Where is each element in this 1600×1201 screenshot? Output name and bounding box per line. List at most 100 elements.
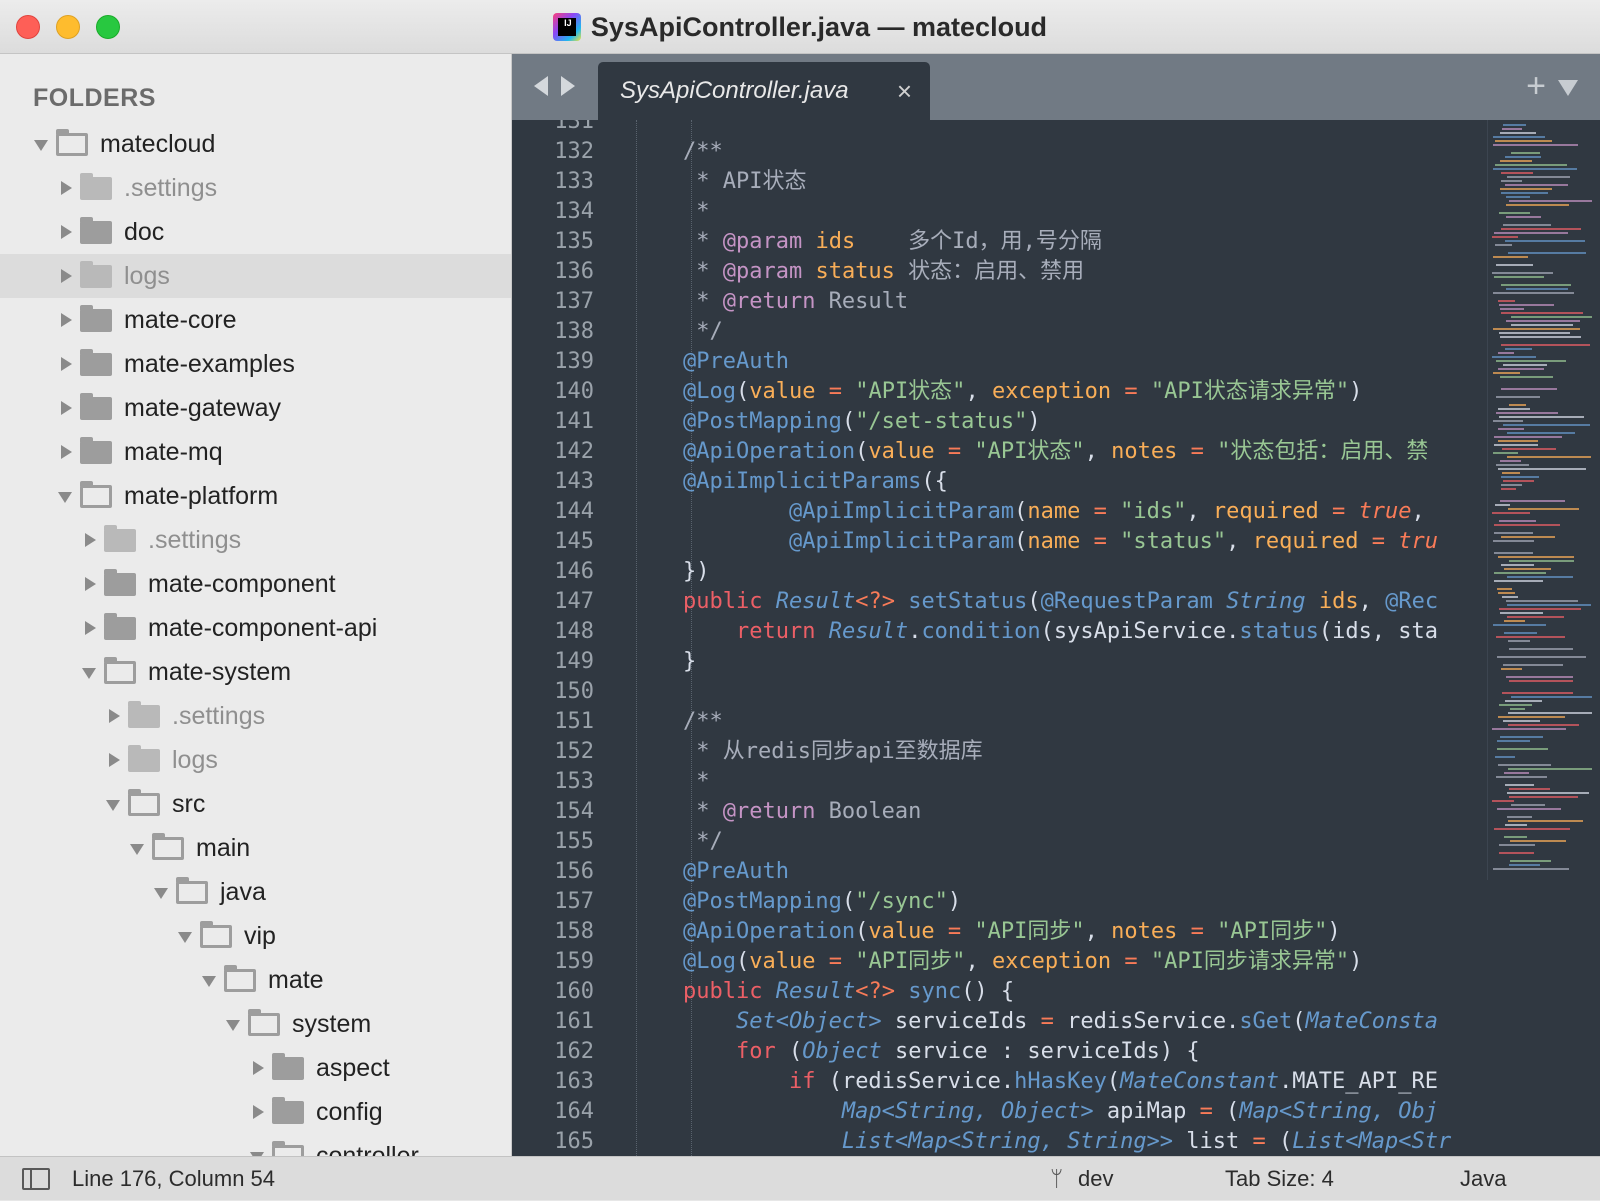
code-line[interactable]: @ApiImplicitParam(name = "ids", required… bbox=[630, 497, 1510, 527]
disclosure-closed-icon[interactable] bbox=[80, 606, 100, 650]
code-lines[interactable]: /** * API状态 * * @param ids 多个Id，用,号分隔 * … bbox=[630, 120, 1510, 1156]
tree-item[interactable]: src bbox=[0, 782, 511, 826]
tree-item[interactable]: mate-component bbox=[0, 562, 511, 606]
disclosure-closed-icon[interactable] bbox=[104, 694, 124, 738]
disclosure-closed-icon[interactable] bbox=[248, 1046, 268, 1090]
code-line[interactable]: public Result<?> sync() { bbox=[630, 977, 1510, 1007]
disclosure-open-icon[interactable] bbox=[224, 1002, 244, 1046]
tree-item[interactable]: config bbox=[0, 1090, 511, 1134]
disclosure-open-icon[interactable] bbox=[176, 914, 196, 958]
git-branch[interactable]: dev bbox=[1078, 1157, 1113, 1201]
minimap[interactable] bbox=[1487, 120, 1600, 880]
tree-item[interactable]: mate-examples bbox=[0, 342, 511, 386]
tree-item[interactable]: java bbox=[0, 870, 511, 914]
code-token: * bbox=[630, 799, 723, 824]
code-line[interactable]: * API状态 bbox=[630, 167, 1510, 197]
code-line[interactable]: * @return Boolean bbox=[630, 797, 1510, 827]
code-line[interactable]: /** bbox=[630, 137, 1510, 167]
disclosure-closed-icon[interactable] bbox=[56, 430, 76, 474]
code-line[interactable]: Set<Object> serviceIds = redisService.sG… bbox=[630, 1007, 1510, 1037]
tree-item[interactable]: vip bbox=[0, 914, 511, 958]
code-line[interactable] bbox=[630, 120, 1510, 137]
tree-item[interactable]: .settings bbox=[0, 166, 511, 210]
disclosure-open-icon[interactable] bbox=[104, 782, 124, 826]
tree-item[interactable]: mate bbox=[0, 958, 511, 1002]
tree-item[interactable]: mate-core bbox=[0, 298, 511, 342]
code-line[interactable]: * @return Result bbox=[630, 287, 1510, 317]
code-line[interactable]: }) bbox=[630, 557, 1510, 587]
code-line[interactable]: @Log(value = "API同步", exception = "API同步… bbox=[630, 947, 1510, 977]
code-line[interactable]: @PreAuth bbox=[630, 347, 1510, 377]
code-line[interactable]: */ bbox=[630, 317, 1510, 347]
tree-item[interactable]: mate-component-api bbox=[0, 606, 511, 650]
code-line[interactable]: */ bbox=[630, 827, 1510, 857]
code-line[interactable]: public Result<?> setStatus(@RequestParam… bbox=[630, 587, 1510, 617]
tab-size-selector[interactable]: Tab Size: 4 bbox=[1225, 1157, 1334, 1201]
code-line[interactable]: List<Map<String, String>> list = (List<M… bbox=[630, 1127, 1510, 1156]
code-line[interactable]: * bbox=[630, 197, 1510, 227]
new-tab-icon[interactable]: + bbox=[1526, 66, 1546, 106]
disclosure-closed-icon[interactable] bbox=[56, 166, 76, 210]
code-line[interactable]: } bbox=[630, 647, 1510, 677]
tab-sysapicontroller[interactable]: SysApiController.java × bbox=[598, 62, 930, 120]
tree-item[interactable]: .settings bbox=[0, 694, 511, 738]
code-line[interactable]: Map<String, Object> apiMap = (Map<String… bbox=[630, 1097, 1510, 1127]
tree-item[interactable]: .settings bbox=[0, 518, 511, 562]
code-line[interactable]: for (Object service : serviceIds) { bbox=[630, 1037, 1510, 1067]
disclosure-open-icon[interactable] bbox=[128, 826, 148, 870]
disclosure-closed-icon[interactable] bbox=[80, 518, 100, 562]
tree-item[interactable]: logs bbox=[0, 738, 511, 782]
disclosure-open-icon[interactable] bbox=[200, 958, 220, 1002]
disclosure-closed-icon[interactable] bbox=[248, 1090, 268, 1134]
disclosure-closed-icon[interactable] bbox=[56, 298, 76, 342]
code-token: , bbox=[1186, 499, 1213, 524]
tree-item[interactable]: logs bbox=[0, 254, 511, 298]
tree-item[interactable]: system bbox=[0, 1002, 511, 1046]
tree-item[interactable]: controller bbox=[0, 1134, 511, 1156]
minimap-line bbox=[1493, 420, 1523, 422]
disclosure-closed-icon[interactable] bbox=[56, 254, 76, 298]
tree-item[interactable]: doc bbox=[0, 210, 511, 254]
code-line[interactable]: @Log(value = "API状态", exception = "API状态… bbox=[630, 377, 1510, 407]
disclosure-open-icon[interactable] bbox=[80, 650, 100, 694]
disclosure-closed-icon[interactable] bbox=[104, 738, 124, 782]
nav-back-icon[interactable] bbox=[534, 76, 548, 96]
disclosure-open-icon[interactable] bbox=[248, 1134, 268, 1156]
code-line[interactable]: @PostMapping("/sync") bbox=[630, 887, 1510, 917]
cursor-position[interactable]: Line 176, Column 54 bbox=[72, 1157, 275, 1201]
tree-item[interactable]: matecloud bbox=[0, 122, 511, 166]
tree-item[interactable]: mate-system bbox=[0, 650, 511, 694]
disclosure-closed-icon[interactable] bbox=[80, 562, 100, 606]
code-line[interactable] bbox=[630, 677, 1510, 707]
code-line[interactable]: @ApiImplicitParams({ bbox=[630, 467, 1510, 497]
disclosure-closed-icon[interactable] bbox=[56, 210, 76, 254]
disclosure-closed-icon[interactable] bbox=[56, 342, 76, 386]
syntax-selector[interactable]: Java bbox=[1460, 1157, 1506, 1201]
code-line[interactable]: if (redisService.hHasKey(MateConstant.MA… bbox=[630, 1067, 1510, 1097]
code-line[interactable]: * @param ids 多个Id，用,号分隔 bbox=[630, 227, 1510, 257]
tree-item[interactable]: mate-mq bbox=[0, 430, 511, 474]
code-line[interactable]: @ApiImplicitParam(name = "status", requi… bbox=[630, 527, 1510, 557]
tree-item[interactable]: mate-gateway bbox=[0, 386, 511, 430]
code-line[interactable]: @ApiOperation(value = "API同步", notes = "… bbox=[630, 917, 1510, 947]
disclosure-open-icon[interactable] bbox=[56, 474, 76, 518]
code-line[interactable]: @ApiOperation(value = "API状态", notes = "… bbox=[630, 437, 1510, 467]
code-line[interactable]: @PostMapping("/set-status") bbox=[630, 407, 1510, 437]
disclosure-closed-icon[interactable] bbox=[56, 386, 76, 430]
code-line[interactable]: @PreAuth bbox=[630, 857, 1510, 887]
code-area[interactable]: 131 132 133 134 135 136 137 138 139 140 141 142 143 1… bbox=[512, 120, 1600, 1156]
tab-menu-icon[interactable] bbox=[1558, 80, 1578, 96]
code-line[interactable]: * @param status 状态：启用、禁用 bbox=[630, 257, 1510, 287]
disclosure-open-icon[interactable] bbox=[152, 870, 172, 914]
code-line[interactable]: * bbox=[630, 767, 1510, 797]
code-line[interactable]: * 从redis同步api至数据库 bbox=[630, 737, 1510, 767]
disclosure-open-icon[interactable] bbox=[32, 122, 52, 166]
tab-close-icon[interactable]: × bbox=[897, 62, 912, 120]
tree-item[interactable]: mate-platform bbox=[0, 474, 511, 518]
tree-item[interactable]: main bbox=[0, 826, 511, 870]
sidebar-toggle-icon[interactable] bbox=[22, 1168, 50, 1190]
nav-forward-icon[interactable] bbox=[561, 76, 575, 96]
code-line[interactable]: return Result.condition(sysApiService.st… bbox=[630, 617, 1510, 647]
tree-item[interactable]: aspect bbox=[0, 1046, 511, 1090]
code-line[interactable]: /** bbox=[630, 707, 1510, 737]
